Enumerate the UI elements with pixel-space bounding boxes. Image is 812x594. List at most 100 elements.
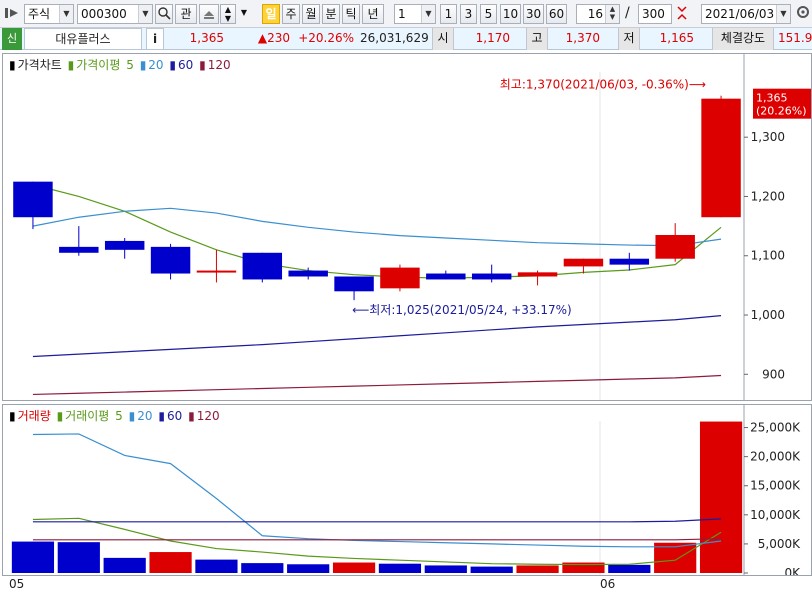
change-rate: +20.26%: [298, 31, 354, 45]
candle-body: [517, 272, 558, 277]
y-tick-label: 0K: [784, 566, 801, 575]
date-spin-icon[interactable]: [674, 4, 690, 24]
high-price: 1,370: [565, 31, 600, 45]
chevron-down-icon[interactable]: ▼: [238, 4, 250, 24]
volume-bar: [699, 421, 743, 573]
y-tick-label: 1,300: [751, 130, 785, 144]
period-week-button[interactable]: 주: [282, 4, 300, 24]
period-day-button[interactable]: 일: [262, 4, 280, 24]
volume-bar: [11, 541, 55, 573]
trade-volume: 26,031,629: [360, 31, 428, 45]
volume-bar: [470, 566, 513, 573]
open-price: 1,170: [475, 31, 510, 45]
candle-body: [380, 267, 420, 289]
volume-bar: [241, 563, 284, 573]
stock-code-value: 000300: [81, 7, 127, 21]
strength-label: 체결강도: [712, 28, 774, 50]
volume-bar: [149, 552, 192, 573]
view-count-input[interactable]: 16 ▲ ▼: [576, 4, 620, 24]
unit-3-button[interactable]: 3: [460, 4, 477, 24]
market-select[interactable]: 주식 ▼: [24, 4, 74, 24]
date-value: 2021/06/03: [705, 7, 775, 21]
volume-ma-line-60: [32, 518, 722, 523]
credit-badge: 신: [2, 28, 22, 50]
spin-icon: ▲ ▼: [605, 5, 619, 23]
spin-button[interactable]: ▲ ▼: [220, 4, 236, 24]
count-separator: /: [625, 5, 630, 21]
y-tick-label: 20,000K: [750, 450, 801, 464]
volume-bar: [608, 564, 651, 573]
y-tick-label: 25,000K: [750, 421, 801, 435]
volume-bar: [332, 562, 376, 573]
current-price-tag-value: 1,365: [756, 92, 788, 105]
y-tick-label: 1,000: [751, 308, 785, 322]
date-input[interactable]: 2021/06/03 ▼: [701, 4, 791, 24]
candle-body: [59, 246, 99, 253]
gwan-button[interactable]: 관: [175, 4, 197, 24]
candle-body: [13, 181, 53, 218]
ma-line-120: [32, 374, 722, 396]
unit-60-button[interactable]: 60: [546, 4, 567, 24]
current-price-tag-rate: (20.26%): [756, 105, 807, 118]
quote-bar: 신 대유플러스 i 1,365 ▲230 +20.26% 26,031,629 …: [0, 28, 812, 50]
candle-body: [655, 235, 695, 259]
price-chart[interactable]: 900 1,000 1,100 1,200 1,300 최고:1,370(2021/06/…: [3, 54, 811, 400]
unit-10-button[interactable]: 10: [500, 4, 521, 24]
recent-list-icon[interactable]: [199, 4, 219, 24]
price-change: ▲230: [257, 31, 290, 45]
low-price: 1,165: [659, 31, 694, 45]
candle-body: [150, 246, 191, 274]
settings-icon[interactable]: [794, 4, 812, 24]
candle-body: [288, 270, 328, 277]
volume-bar: [57, 542, 100, 573]
unit-select-value: 1: [398, 7, 406, 21]
unit-30-button[interactable]: 30: [523, 4, 544, 24]
y-tick-label: 900: [762, 367, 785, 381]
expand-icon[interactable]: [2, 4, 22, 24]
chevron-down-icon: ▼: [138, 5, 152, 23]
volume-bar: [195, 559, 238, 573]
candle-body: [104, 240, 145, 250]
info-button[interactable]: i: [146, 28, 164, 50]
period-tick-button[interactable]: 틱: [342, 4, 360, 24]
x-label-june: 06: [600, 577, 616, 591]
stock-code-input[interactable]: 000300 ▼: [77, 4, 153, 24]
candle-body: [563, 258, 604, 267]
candle-body: [334, 276, 374, 292]
open-label: 시: [432, 28, 454, 50]
x-label-may: 05: [9, 577, 25, 591]
high-label: 고: [526, 28, 548, 50]
price-chart-panel: ▮ 가격차트 ▮ 가격이평 5 ▮ 20 ▮ 60 ▮ 120 900 1,000 1,100…: [2, 53, 812, 401]
candle-body: [701, 98, 741, 218]
current-price: 1,365: [189, 31, 224, 45]
unit-1-button[interactable]: 1: [440, 4, 457, 24]
candle-body: [471, 273, 512, 280]
chevron-down-icon: ▼: [421, 5, 435, 23]
view-count-value: 16: [587, 7, 603, 21]
volume-chart[interactable]: 0K 5,000K 10,000K 15,000K 20,000K 25,000K: [3, 405, 811, 575]
volume-bar: [424, 565, 467, 573]
volume-ma-line-120: [32, 538, 722, 541]
candle-body: [609, 258, 650, 265]
unit-select[interactable]: 1 ▼: [394, 4, 436, 24]
volume-chart-panel: ▮ 거래량 ▮ 거래이평 5 ▮ 20 ▮ 60 ▮ 120 0K 5,000K 10,000…: [2, 404, 812, 576]
candle-body: [242, 252, 283, 280]
volume-bar: [378, 563, 422, 573]
market-select-value: 주식: [28, 7, 51, 21]
period-month-button[interactable]: 월: [302, 4, 320, 24]
y-tick-label: 1,100: [751, 249, 785, 263]
period-year-button[interactable]: 년: [362, 4, 384, 24]
chevron-down-icon: ▼: [59, 5, 73, 23]
search-icon[interactable]: [155, 4, 173, 24]
y-tick-label: 10,000K: [750, 508, 801, 522]
chart-toolbar: 주식 ▼ 000300 ▼ 관 ▲ ▼ ▼ 일 주 월 분 틱 년 1 ▼ 1 3…: [0, 0, 812, 28]
period-minute-button[interactable]: 분: [322, 4, 340, 24]
total-count-input[interactable]: 300: [638, 4, 672, 24]
stock-name: 대유플러스: [24, 28, 142, 50]
ma-line-60: [32, 315, 722, 358]
candle-body: [426, 273, 466, 280]
y-tick-label: 5,000K: [758, 537, 801, 551]
y-tick-label: 1,200: [751, 189, 785, 203]
candle-body: [196, 270, 237, 273]
unit-5-button[interactable]: 5: [480, 4, 497, 24]
